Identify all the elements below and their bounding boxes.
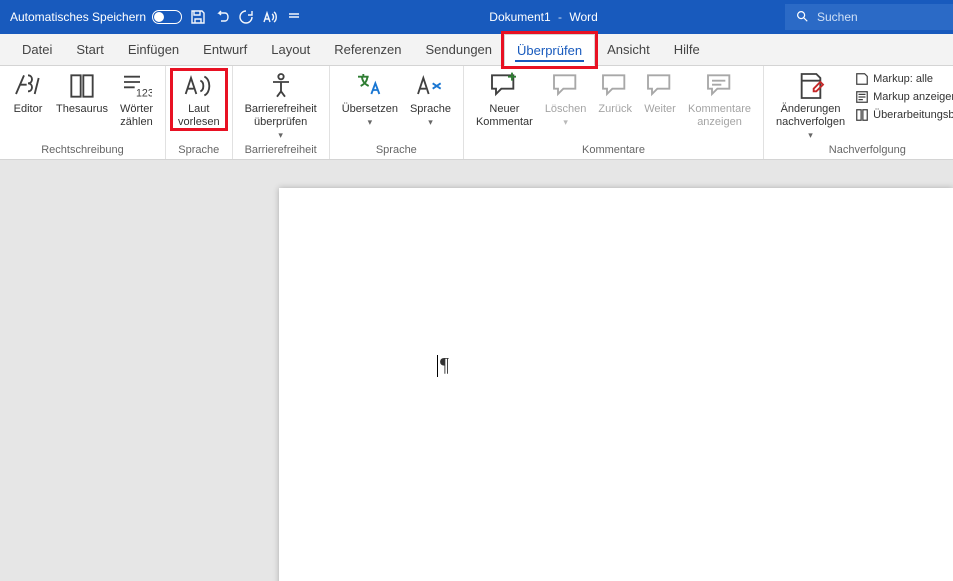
paragraph-mark: ¶ (437, 354, 449, 377)
translate-button[interactable]: Übersetzen ▾ (336, 70, 404, 128)
editor-button[interactable]: Editor (6, 70, 50, 116)
next-comment-icon (644, 72, 676, 100)
show-markup-button[interactable]: Markup anzeigen (855, 90, 953, 104)
markup-all-icon (855, 72, 869, 86)
thesaurus-button[interactable]: Thesaurus (50, 70, 114, 116)
search-placeholder: Suchen (817, 10, 858, 24)
reviewing-pane-icon (855, 108, 869, 122)
word-count-button[interactable]: 123 Wörter zählen (114, 70, 159, 129)
svg-text:123: 123 (136, 88, 152, 100)
redo-icon[interactable] (238, 9, 254, 25)
accessibility-icon (265, 72, 297, 100)
read-aloud-qat-icon[interactable] (262, 9, 278, 25)
app-name: Word (569, 10, 597, 24)
tab-referenzen[interactable]: Referenzen (322, 34, 413, 65)
language-button[interactable]: Sprache ▾ (404, 70, 457, 128)
save-icon[interactable] (190, 9, 206, 25)
chevron-down-icon: ▾ (278, 130, 283, 141)
tab-datei[interactable]: Datei (10, 34, 64, 65)
tab-ansicht[interactable]: Ansicht (595, 34, 662, 65)
title-bar: Automatisches Speichern Dokument1 - Word… (0, 0, 953, 34)
new-comment-button[interactable]: Neuer Kommentar (470, 70, 539, 129)
read-aloud-button[interactable]: Laut vorlesen (172, 70, 226, 129)
new-comment-icon (488, 72, 520, 100)
group-label-rechtschreibung: Rechtschreibung (41, 142, 124, 159)
undo-icon[interactable] (214, 9, 230, 25)
language-icon (414, 72, 446, 100)
editor-icon (12, 72, 44, 100)
group-label-sprache-1: Sprache (178, 142, 219, 159)
group-nachverfolgung: Änderungen nachverfolgen ▾ Markup: alle … (764, 66, 953, 159)
previous-comment-icon (599, 72, 631, 100)
track-changes-button[interactable]: Änderungen nachverfolgen ▾ (770, 70, 851, 141)
tab-einfuegen[interactable]: Einfügen (116, 34, 191, 65)
reviewing-pane-button[interactable]: Überarbeitungsbe (855, 108, 953, 122)
autosave-toggle[interactable]: Automatisches Speichern (10, 10, 182, 24)
tab-sendungen[interactable]: Sendungen (414, 34, 505, 65)
group-label-nachverfolgung: Nachverfolgung (829, 142, 906, 159)
tab-start[interactable]: Start (64, 34, 115, 65)
thesaurus-icon (66, 72, 98, 100)
show-comments-button: Kommentare anzeigen (682, 70, 757, 129)
translate-icon (354, 72, 386, 100)
tab-hilfe[interactable]: Hilfe (662, 34, 712, 65)
title-separator: - (558, 10, 562, 24)
ribbon: Editor Thesaurus 123 Wörter zählen Recht… (0, 66, 953, 160)
window-title: Dokument1 - Word (302, 10, 785, 24)
track-changes-icon (795, 72, 827, 100)
tracking-options: Markup: alle Markup anzeigen Überarbeitu… (851, 70, 953, 122)
search-box[interactable]: Suchen (785, 4, 953, 30)
read-aloud-icon (183, 72, 215, 100)
markup-display-dropdown[interactable]: Markup: alle (855, 72, 953, 86)
previous-comment-button: Zurück (592, 70, 638, 116)
quick-access-toolbar: Automatisches Speichern (0, 9, 302, 25)
autosave-label: Automatisches Speichern (10, 10, 146, 24)
group-rechtschreibung: Editor Thesaurus 123 Wörter zählen Recht… (0, 66, 166, 159)
search-icon (795, 9, 809, 26)
chevron-down-icon: ▾ (563, 117, 568, 128)
chevron-down-icon: ▾ (368, 117, 373, 128)
chevron-down-icon: ▾ (808, 130, 813, 141)
ribbon-tabs: Datei Start Einfügen Entwurf Layout Refe… (0, 34, 953, 66)
document-workspace: ¶ (0, 160, 953, 581)
show-markup-icon (855, 90, 869, 104)
group-label-kommentare: Kommentare (582, 142, 645, 159)
group-label-barrierefreiheit: Barrierefreiheit (245, 142, 317, 159)
tab-layout[interactable]: Layout (259, 34, 322, 65)
word-count-icon: 123 (120, 72, 152, 100)
show-comments-icon (704, 72, 736, 100)
accessibility-check-button[interactable]: Barrierefreiheit überprüfen ▾ (239, 70, 323, 141)
group-kommentare: Neuer Kommentar Löschen ▾ Zurück Weiter … (464, 66, 764, 159)
tab-entwurf[interactable]: Entwurf (191, 34, 259, 65)
group-label-sprache-2: Sprache (376, 142, 417, 159)
document-page[interactable]: ¶ (279, 188, 953, 581)
customize-qat-icon[interactable] (286, 9, 302, 25)
delete-comment-button: Löschen ▾ (539, 70, 593, 128)
tab-ueberpruefen[interactable]: Überprüfen (504, 34, 595, 66)
group-sprache-1: Laut vorlesen Sprache (166, 66, 233, 159)
delete-comment-icon (550, 72, 582, 100)
group-sprache-2: Übersetzen ▾ Sprache ▾ Sprache (330, 66, 464, 159)
document-name: Dokument1 (489, 10, 550, 24)
toggle-off-icon[interactable] (152, 10, 182, 24)
next-comment-button: Weiter (638, 70, 682, 116)
group-barrierefreiheit: Barrierefreiheit überprüfen ▾ Barrierefr… (233, 66, 330, 159)
chevron-down-icon: ▾ (428, 117, 433, 128)
